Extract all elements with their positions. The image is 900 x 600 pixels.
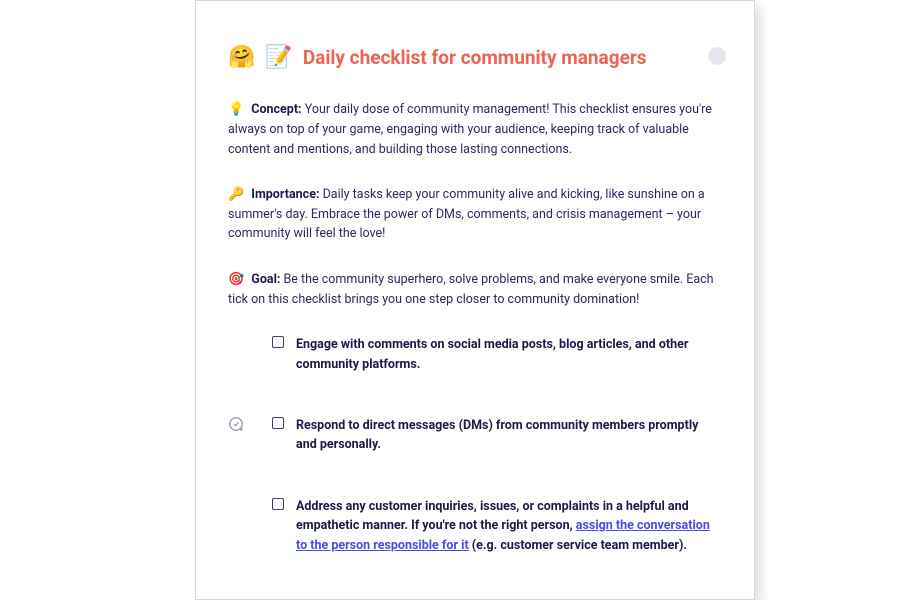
key-icon: 🔑 bbox=[228, 187, 244, 202]
importance-paragraph: 🔑 Importance: Daily tasks keep your comm… bbox=[228, 185, 722, 244]
target-icon: 🎯 bbox=[228, 272, 244, 287]
checklist: Engage with comments on social media pos… bbox=[228, 335, 722, 555]
goal-label: Goal: bbox=[251, 272, 280, 287]
checklist-item-tail: (e.g. customer service team member). bbox=[469, 538, 687, 553]
lightbulb-icon: 💡 bbox=[228, 102, 244, 117]
avatar bbox=[708, 47, 726, 65]
checklist-item-main: Engage with comments on social media pos… bbox=[296, 337, 688, 371]
importance-label: Importance: bbox=[251, 187, 319, 202]
goal-body: Be the community superhero, solve proble… bbox=[228, 272, 714, 307]
add-subtask-icon[interactable] bbox=[228, 416, 244, 432]
checkbox[interactable] bbox=[272, 498, 284, 510]
concept-label: Concept: bbox=[251, 102, 301, 117]
checklist-item: Respond to direct messages (DMs) from co… bbox=[228, 416, 722, 455]
page-title: Daily checklist for community managers bbox=[303, 46, 647, 69]
concept-paragraph: 💡 Concept: Your daily dose of community … bbox=[228, 100, 722, 159]
checklist-item-text: Engage with comments on social media pos… bbox=[296, 335, 722, 374]
document-content: 🤗 📝 Daily checklist for community manage… bbox=[228, 45, 722, 555]
checkbox[interactable] bbox=[272, 417, 284, 429]
checklist-item-text: Respond to direct messages (DMs) from co… bbox=[296, 416, 722, 455]
checklist-item: Engage with comments on social media pos… bbox=[228, 335, 722, 374]
checklist-item: Address any customer inquiries, issues, … bbox=[228, 497, 722, 555]
goal-paragraph: 🎯 Goal: Be the community superhero, solv… bbox=[228, 270, 722, 310]
memo-icon: 📝 bbox=[265, 45, 292, 70]
page-title-row: 🤗 📝 Daily checklist for community manage… bbox=[228, 45, 722, 70]
document-page: 🤗 📝 Daily checklist for community manage… bbox=[195, 0, 755, 600]
checklist-item-main: Respond to direct messages (DMs) from co… bbox=[296, 418, 698, 452]
checkbox[interactable] bbox=[272, 336, 284, 348]
checklist-item-text: Address any customer inquiries, issues, … bbox=[296, 497, 722, 555]
sun-face-icon: 🤗 bbox=[228, 45, 255, 70]
